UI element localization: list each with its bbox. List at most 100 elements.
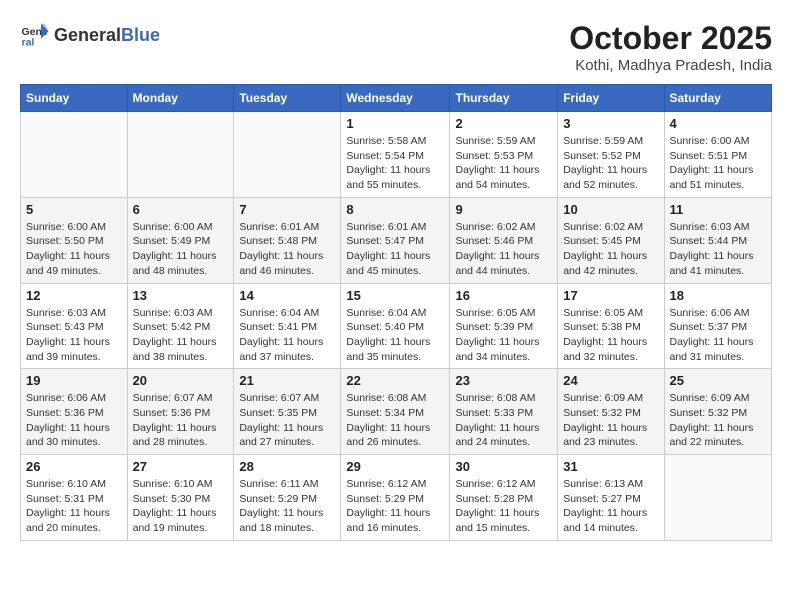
calendar-cell: 6 Sunrise: 6:00 AMSunset: 5:49 PMDaylight… xyxy=(127,197,234,283)
day-info: Sunrise: 6:00 AMSunset: 5:49 PMDaylight:… xyxy=(133,220,229,279)
calendar-cell: 19 Sunrise: 6:06 AMSunset: 5:36 PMDayligh… xyxy=(21,369,128,455)
day-info: Sunrise: 6:04 AMSunset: 5:40 PMDaylight:… xyxy=(346,306,444,365)
calendar-cell: 9 Sunrise: 6:02 AMSunset: 5:46 PMDaylight… xyxy=(450,197,558,283)
day-info: Sunrise: 6:04 AMSunset: 5:41 PMDaylight:… xyxy=(239,306,335,365)
day-info: Sunrise: 6:10 AMSunset: 5:31 PMDaylight:… xyxy=(26,477,122,536)
day-info: Sunrise: 6:12 AMSunset: 5:28 PMDaylight:… xyxy=(455,477,552,536)
calendar-cell xyxy=(234,112,341,198)
logo-icon: Gene ral xyxy=(20,20,50,50)
calendar-cell: 1 Sunrise: 5:58 AMSunset: 5:54 PMDaylight… xyxy=(341,112,450,198)
day-info: Sunrise: 6:03 AMSunset: 5:42 PMDaylight:… xyxy=(133,306,229,365)
day-number: 27 xyxy=(133,459,229,474)
calendar-cell: 3 Sunrise: 5:59 AMSunset: 5:52 PMDaylight… xyxy=(558,112,664,198)
calendar-cell: 10Sunrise: 6:02 AMSunset: 5:45 PMDayligh… xyxy=(558,197,664,283)
calendar-table: SundayMondayTuesdayWednesdayThursdayFrid… xyxy=(20,84,772,541)
day-number: 1 xyxy=(346,116,444,131)
page-header: Gene ral GeneralBlue October 2025 Kothi,… xyxy=(20,20,772,74)
calendar-cell: 16 Sunrise: 6:05 AMSunset: 5:39 PMDayligh… xyxy=(450,283,558,369)
day-number: 15 xyxy=(346,288,444,303)
calendar-cell: 2Sunrise: 5:59 AMSunset: 5:53 PMDaylight… xyxy=(450,112,558,198)
calendar-cell: 24 Sunrise: 6:09 AMSunset: 5:32 PMDayligh… xyxy=(558,369,664,455)
calendar-cell: 15 Sunrise: 6:04 AMSunset: 5:40 PMDayligh… xyxy=(341,283,450,369)
day-number: 4 xyxy=(670,116,767,131)
weekday-header-monday: Monday xyxy=(127,85,234,112)
calendar-cell: 11Sunrise: 6:03 AMSunset: 5:44 PMDayligh… xyxy=(664,197,772,283)
calendar-cell: 5Sunrise: 6:00 AMSunset: 5:50 PMDaylight… xyxy=(21,197,128,283)
day-number: 30 xyxy=(455,459,552,474)
day-number: 12 xyxy=(26,288,122,303)
calendar-cell: 30 Sunrise: 6:12 AMSunset: 5:28 PMDayligh… xyxy=(450,455,558,541)
day-number: 2 xyxy=(455,116,552,131)
week-row-3: 12Sunrise: 6:03 AMSunset: 5:43 PMDayligh… xyxy=(21,283,772,369)
calendar-cell: 31 Sunrise: 6:13 AMSunset: 5:27 PMDayligh… xyxy=(558,455,664,541)
calendar-cell: 25 Sunrise: 6:09 AMSunset: 5:32 PMDayligh… xyxy=(664,369,772,455)
day-number: 14 xyxy=(239,288,335,303)
day-number: 31 xyxy=(563,459,658,474)
day-info: Sunrise: 6:07 AMSunset: 5:36 PMDaylight:… xyxy=(133,391,229,450)
day-info: Sunrise: 6:07 AMSunset: 5:35 PMDaylight:… xyxy=(239,391,335,450)
day-number: 8 xyxy=(346,202,444,217)
day-number: 17 xyxy=(563,288,658,303)
weekday-header-wednesday: Wednesday xyxy=(341,85,450,112)
day-info: Sunrise: 6:06 AMSunset: 5:36 PMDaylight:… xyxy=(26,391,122,450)
day-info: Sunrise: 5:58 AMSunset: 5:54 PMDaylight:… xyxy=(346,134,444,193)
day-info: Sunrise: 6:13 AMSunset: 5:27 PMDaylight:… xyxy=(563,477,658,536)
svg-text:ral: ral xyxy=(22,37,35,49)
weekday-header-row: SundayMondayTuesdayWednesdayThursdayFrid… xyxy=(21,85,772,112)
day-number: 21 xyxy=(239,373,335,388)
calendar-cell: 18Sunrise: 6:06 AMSunset: 5:37 PMDayligh… xyxy=(664,283,772,369)
day-info: Sunrise: 6:08 AMSunset: 5:33 PMDaylight:… xyxy=(455,391,552,450)
month-title: October 2025 xyxy=(569,20,772,57)
day-number: 5 xyxy=(26,202,122,217)
day-number: 9 xyxy=(455,202,552,217)
day-number: 28 xyxy=(239,459,335,474)
calendar-cell: 17Sunrise: 6:05 AMSunset: 5:38 PMDayligh… xyxy=(558,283,664,369)
weekday-header-saturday: Saturday xyxy=(664,85,772,112)
day-number: 19 xyxy=(26,373,122,388)
week-row-5: 26 Sunrise: 6:10 AMSunset: 5:31 PMDayligh… xyxy=(21,455,772,541)
calendar-cell xyxy=(127,112,234,198)
day-number: 29 xyxy=(346,459,444,474)
logo: Gene ral GeneralBlue xyxy=(20,20,160,50)
day-number: 10 xyxy=(563,202,658,217)
calendar-cell: 4Sunrise: 6:00 AMSunset: 5:51 PMDaylight… xyxy=(664,112,772,198)
week-row-2: 5Sunrise: 6:00 AMSunset: 5:50 PMDaylight… xyxy=(21,197,772,283)
day-number: 20 xyxy=(133,373,229,388)
title-block: October 2025 Kothi, Madhya Pradesh, Indi… xyxy=(569,20,772,74)
location: Kothi, Madhya Pradesh, India xyxy=(569,57,772,74)
weekday-header-tuesday: Tuesday xyxy=(234,85,341,112)
day-number: 26 xyxy=(26,459,122,474)
calendar-cell: 27 Sunrise: 6:10 AMSunset: 5:30 PMDayligh… xyxy=(127,455,234,541)
weekday-header-friday: Friday xyxy=(558,85,664,112)
day-number: 18 xyxy=(670,288,767,303)
day-info: Sunrise: 6:02 AMSunset: 5:46 PMDaylight:… xyxy=(455,220,552,279)
calendar-cell: 23 Sunrise: 6:08 AMSunset: 5:33 PMDayligh… xyxy=(450,369,558,455)
calendar-cell xyxy=(664,455,772,541)
weekday-header-thursday: Thursday xyxy=(450,85,558,112)
calendar-cell: 14 Sunrise: 6:04 AMSunset: 5:41 PMDayligh… xyxy=(234,283,341,369)
day-number: 6 xyxy=(133,202,229,217)
logo-blue: Blue xyxy=(121,25,160,45)
calendar-cell xyxy=(21,112,128,198)
calendar-cell: 21 Sunrise: 6:07 AMSunset: 5:35 PMDayligh… xyxy=(234,369,341,455)
week-row-1: 1 Sunrise: 5:58 AMSunset: 5:54 PMDaylight… xyxy=(21,112,772,198)
calendar-cell: 13 Sunrise: 6:03 AMSunset: 5:42 PMDayligh… xyxy=(127,283,234,369)
day-number: 7 xyxy=(239,202,335,217)
day-info: Sunrise: 6:11 AMSunset: 5:29 PMDaylight:… xyxy=(239,477,335,536)
day-info: Sunrise: 6:09 AMSunset: 5:32 PMDaylight:… xyxy=(563,391,658,450)
day-info: Sunrise: 6:09 AMSunset: 5:32 PMDaylight:… xyxy=(670,391,767,450)
day-number: 16 xyxy=(455,288,552,303)
calendar-cell: 8Sunrise: 6:01 AMSunset: 5:47 PMDaylight… xyxy=(341,197,450,283)
day-number: 3 xyxy=(563,116,658,131)
day-info: Sunrise: 6:05 AMSunset: 5:39 PMDaylight:… xyxy=(455,306,552,365)
day-number: 25 xyxy=(670,373,767,388)
day-info: Sunrise: 6:12 AMSunset: 5:29 PMDaylight:… xyxy=(346,477,444,536)
day-info: Sunrise: 6:10 AMSunset: 5:30 PMDaylight:… xyxy=(133,477,229,536)
day-info: Sunrise: 5:59 AMSunset: 5:52 PMDaylight:… xyxy=(563,134,658,193)
day-number: 13 xyxy=(133,288,229,303)
calendar-cell: 29 Sunrise: 6:12 AMSunset: 5:29 PMDayligh… xyxy=(341,455,450,541)
day-number: 24 xyxy=(563,373,658,388)
calendar-cell: 22Sunrise: 6:08 AMSunset: 5:34 PMDayligh… xyxy=(341,369,450,455)
day-number: 23 xyxy=(455,373,552,388)
day-number: 11 xyxy=(670,202,767,217)
